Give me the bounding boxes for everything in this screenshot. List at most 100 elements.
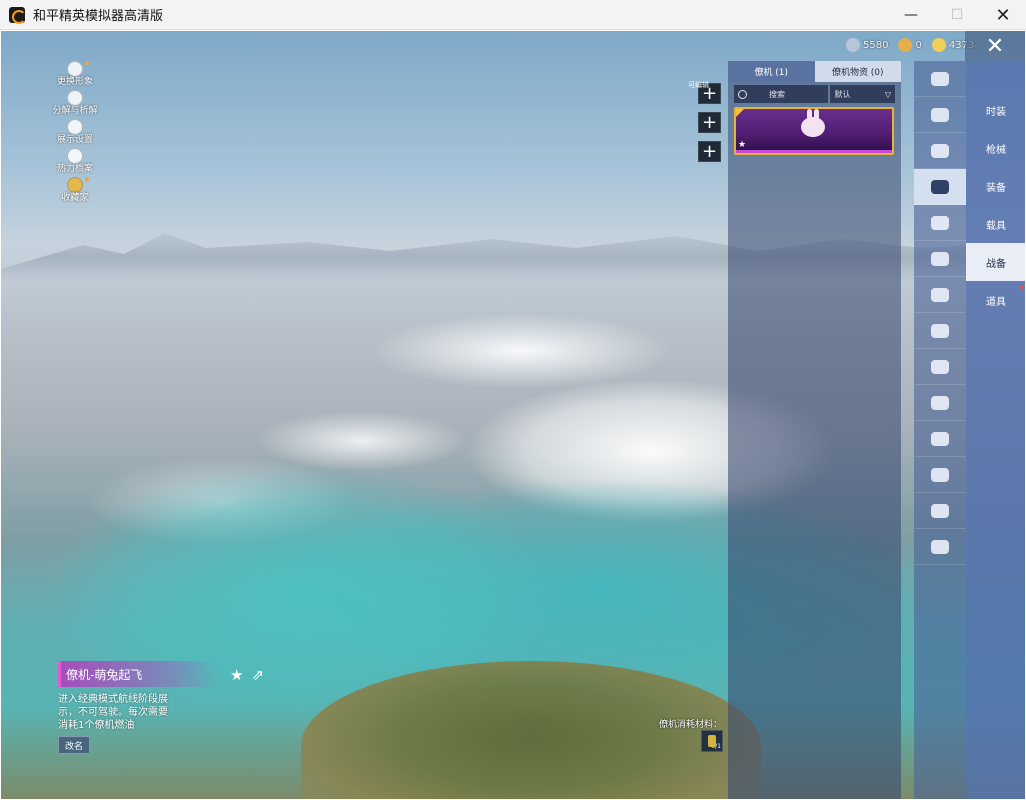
- quick-menu-label: 展示设置: [56, 135, 93, 145]
- subcategory-hat[interactable]: [914, 61, 966, 97]
- item-description: 进入经典模式航线阶段展示，不可驾驶。每次需要消耗1个僚机燃油: [58, 694, 168, 731]
- category-fashion[interactable]: 时装: [966, 91, 1025, 129]
- sort-label: 默认: [834, 89, 851, 99]
- notification-dot: [85, 177, 89, 181]
- add-slot-button-2[interactable]: +: [698, 112, 721, 133]
- category-column: 时装 枪械 装备 载具 战备 道具: [966, 61, 1025, 799]
- bunny-wingman-icon: [801, 109, 825, 137]
- ufo-icon: [931, 539, 949, 554]
- item-info: 僚机-萌兔起飞 ★ ⇗ 进入经典模式航线阶段展示，不可驾驶。每次需要消耗1个僚机…: [58, 661, 278, 754]
- subcategory-ufo[interactable]: [914, 529, 966, 565]
- subcategory-icon-column: [914, 61, 966, 799]
- subcategory-spray[interactable]: [914, 421, 966, 457]
- item-actions: ★ ⇗: [230, 666, 264, 684]
- minimize-button[interactable]: —: [888, 0, 934, 30]
- material-count: 0/1: [711, 743, 721, 750]
- search-label: 搜索: [769, 89, 785, 99]
- equip-slots: 可编辑 + + +: [688, 81, 721, 170]
- game-viewport: 更换形象 分解与析解 展示设置 热力档案 收藏家 5580 0 4373 ✕ 可…: [1, 31, 1025, 799]
- subcategory-robot[interactable]: [914, 277, 966, 313]
- close-panel-button[interactable]: ✕: [965, 31, 1025, 61]
- new-corner-badge: [736, 109, 744, 117]
- quick-menu-label: 收藏家: [61, 193, 89, 203]
- subcategory-wand[interactable]: [914, 493, 966, 529]
- sort-dropdown[interactable]: 默认 ▽: [830, 85, 895, 103]
- subcategory-plane[interactable]: [914, 241, 966, 277]
- quick-menu: 更换形象 分解与析解 展示设置 热力档案 收藏家: [51, 61, 99, 206]
- glider-icon: [931, 179, 949, 194]
- quick-menu-item-display[interactable]: 展示设置: [51, 119, 99, 148]
- subcategory-smile[interactable]: [914, 205, 966, 241]
- shield-coin-icon: [931, 38, 946, 52]
- category-combat-prep[interactable]: 战备: [966, 243, 1025, 281]
- subcategory-speaker[interactable]: [914, 313, 966, 349]
- rename-button[interactable]: 改名: [58, 736, 90, 754]
- category-equipment[interactable]: 装备: [966, 167, 1025, 205]
- hat-icon: [931, 71, 949, 86]
- category-weapons[interactable]: 枪械: [966, 129, 1025, 167]
- smile-icon: [931, 215, 949, 230]
- notification-dot: [1020, 285, 1024, 289]
- edit-label: 可编辑: [688, 81, 709, 89]
- subcategory-boat[interactable]: [914, 97, 966, 133]
- currency-token[interactable]: 0: [898, 38, 922, 52]
- star-icon: ★: [738, 140, 747, 150]
- currency-value: 5580: [863, 39, 889, 51]
- notification-dot: [85, 61, 89, 65]
- inventory-panel: 僚机 (1) 僚机物资 (0) 搜索 默认 ▽ ★: [728, 61, 901, 799]
- island-terrain: [301, 661, 761, 799]
- spray-icon: [931, 431, 949, 446]
- quick-menu-item-collector[interactable]: 收藏家: [51, 177, 99, 206]
- eye-icon: [67, 119, 83, 135]
- wingman-item-card[interactable]: ★: [734, 107, 894, 155]
- add-slot-button-3[interactable]: +: [698, 141, 721, 162]
- robot-icon: [931, 287, 949, 302]
- subcategory-gun[interactable]: [914, 133, 966, 169]
- material-label: 僚机消耗材料：: [659, 720, 723, 730]
- quick-menu-item-avatar[interactable]: 更换形象: [51, 61, 99, 90]
- app-logo-icon: [9, 6, 26, 24]
- tap-icon: [931, 467, 949, 482]
- wand-icon: [931, 503, 949, 518]
- quick-menu-label: 分解与析解: [52, 106, 98, 116]
- close-window-button[interactable]: ✕: [980, 0, 1026, 30]
- search-input[interactable]: 搜索: [734, 85, 829, 103]
- token-icon: [898, 38, 913, 52]
- subcategory-gallery[interactable]: [914, 385, 966, 421]
- currency-bar: 5580 0 4373: [846, 38, 974, 52]
- quick-menu-item-heat[interactable]: 热力档案: [51, 148, 99, 177]
- tab-wingman-supplies[interactable]: 僚机物资 (0): [814, 61, 901, 82]
- favorite-star-icon[interactable]: ★: [230, 666, 243, 684]
- avatar-icon: [67, 61, 83, 77]
- collector-badge-icon: [67, 177, 83, 193]
- category-spacer: [966, 61, 1025, 91]
- chevron-down-icon: ▽: [884, 89, 891, 99]
- camera-icon: [931, 359, 949, 374]
- consumption-material: 僚机消耗材料： 0/1: [659, 717, 723, 752]
- inventory-tabs: 僚机 (1) 僚机物资 (0): [728, 61, 901, 82]
- share-icon[interactable]: ⇗: [251, 666, 264, 684]
- window-title: 和平精英模拟器高清版: [33, 9, 164, 24]
- fuel-material-icon[interactable]: 0/1: [701, 730, 723, 752]
- subcategory-camera[interactable]: [914, 349, 966, 385]
- speaker-icon: [931, 323, 949, 338]
- category-items[interactable]: 道具: [966, 281, 1025, 319]
- currency-value: 0: [915, 39, 922, 51]
- item-name: 僚机-萌兔起飞: [58, 661, 218, 687]
- plane-icon: [931, 251, 949, 266]
- currency-silver[interactable]: 5580: [846, 38, 888, 52]
- quick-menu-item-disassemble[interactable]: 分解与析解: [51, 90, 99, 119]
- category-vehicles[interactable]: 载具: [966, 205, 1025, 243]
- search-icon: [738, 89, 747, 99]
- tab-wingman[interactable]: 僚机 (1): [728, 61, 815, 82]
- fire-icon: [67, 148, 83, 164]
- subcategory-glider[interactable]: [914, 169, 966, 205]
- inventory-toolbar: 搜索 默认 ▽: [734, 85, 895, 103]
- disassemble-icon: [67, 90, 83, 106]
- maximize-button[interactable]: ☐: [934, 0, 980, 30]
- category-label: 道具: [986, 296, 1006, 308]
- gun-icon: [931, 143, 949, 158]
- quick-menu-label: 热力档案: [56, 164, 93, 174]
- quick-menu-label: 更换形象: [56, 77, 93, 87]
- subcategory-tap[interactable]: [914, 457, 966, 493]
